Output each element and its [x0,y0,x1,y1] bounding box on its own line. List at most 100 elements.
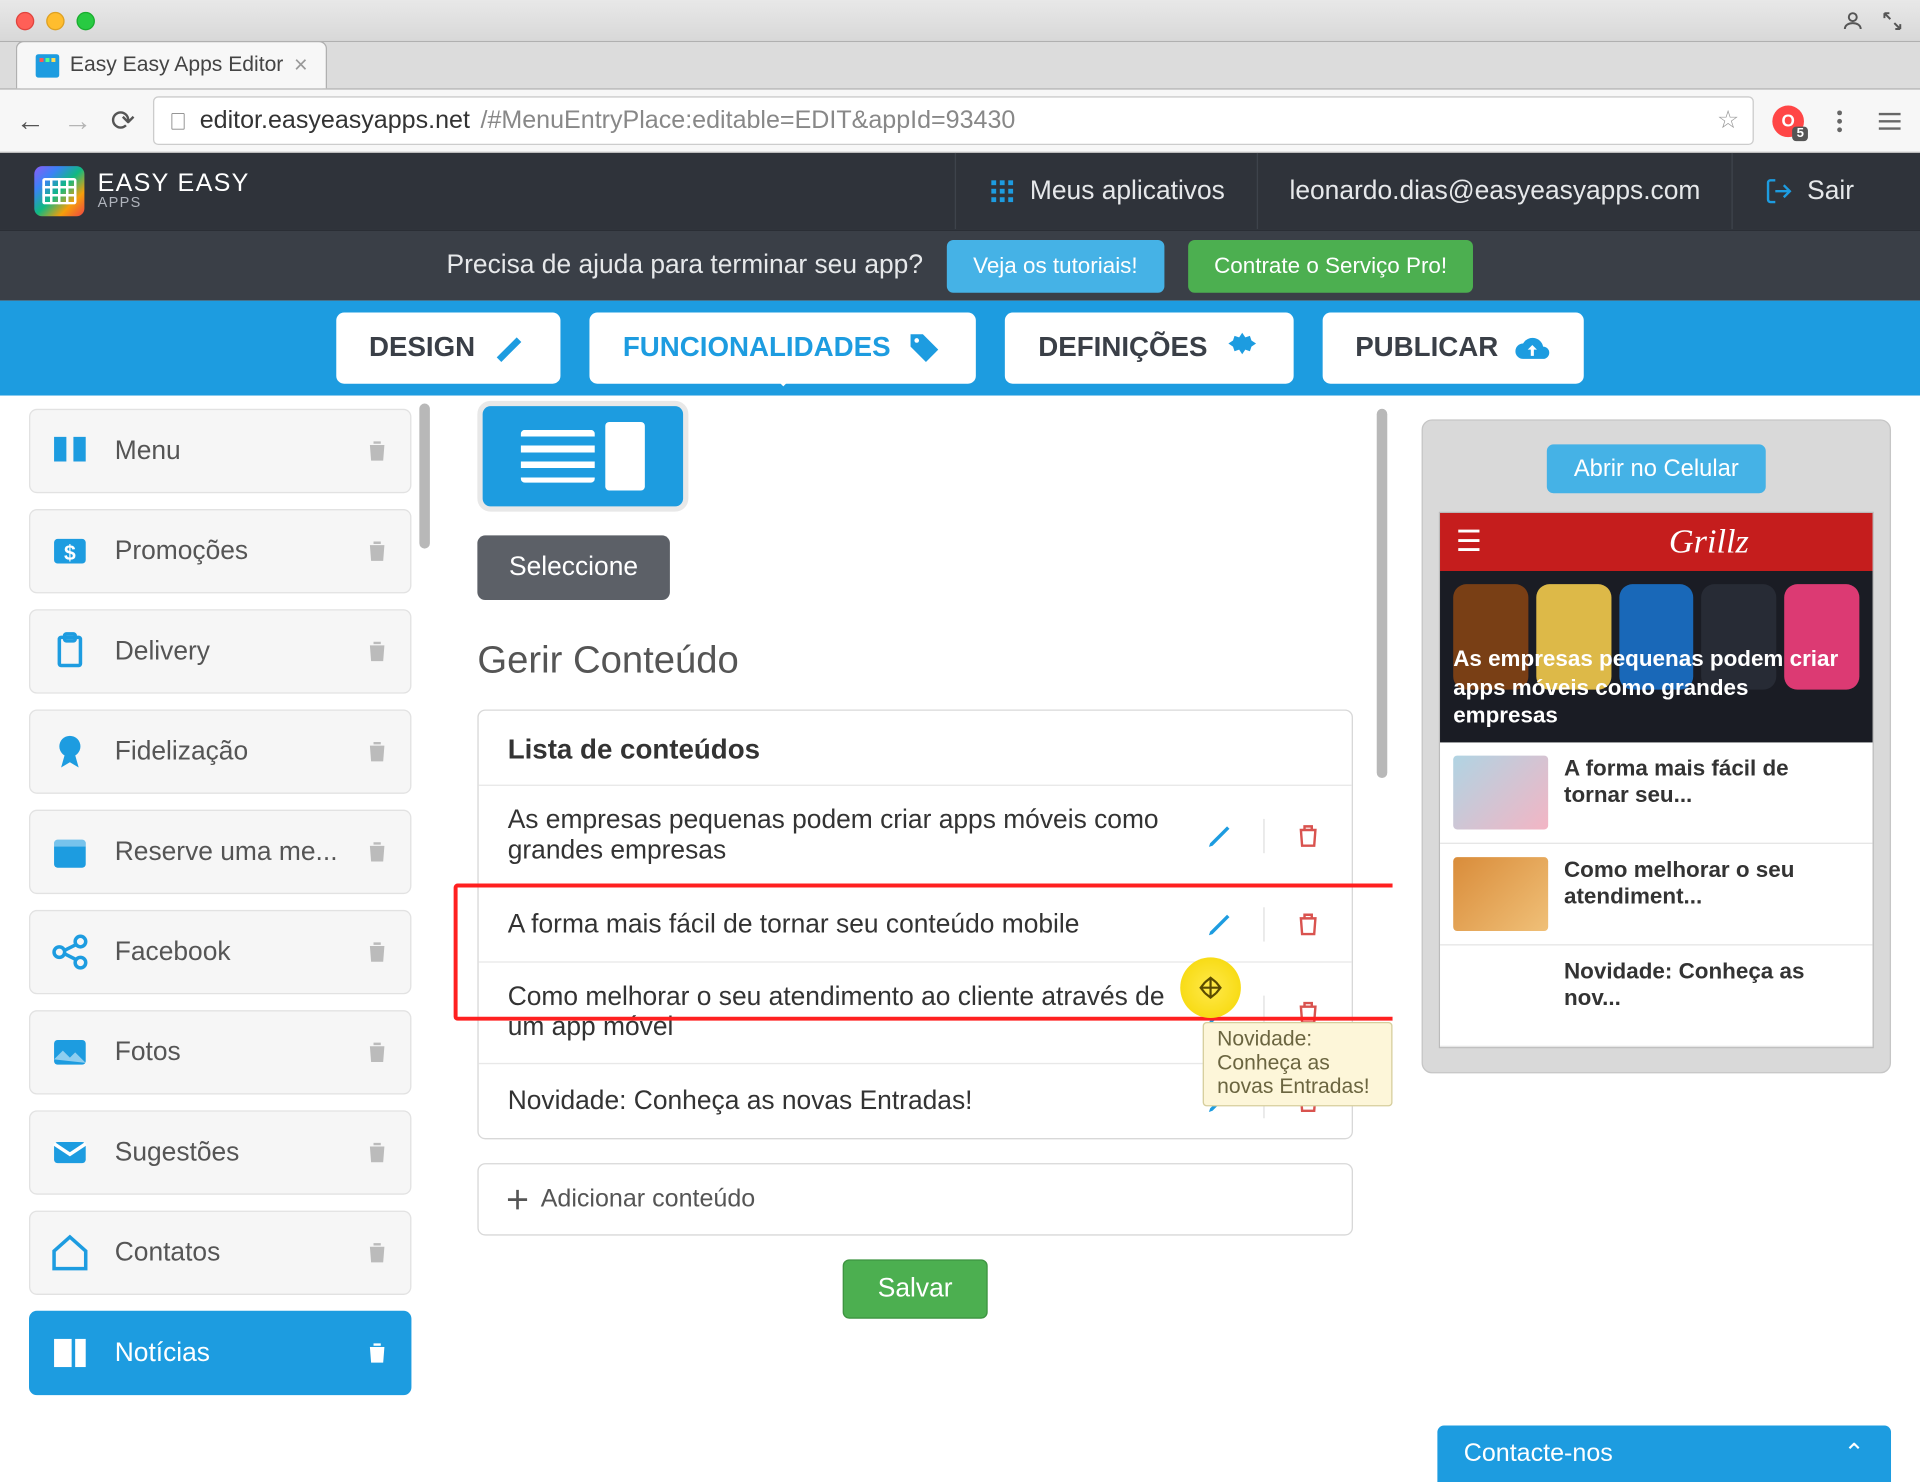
add-content-button[interactable]: ＋ Adicionar conteúdo [477,1163,1353,1236]
open-on-phone-button[interactable]: Abrir no Celular [1547,444,1765,493]
phone-frame: Abrir no Celular ☰ Grillz As empresas pe… [1422,419,1891,1073]
phone-brand: Grillz [1561,522,1857,562]
app-header: EASY EASY APPS Meus aplicativos leonardo… [0,153,1920,229]
sidebar-item-reserve[interactable]: Reserve uma me... [29,810,411,894]
trash-icon[interactable] [1294,822,1323,851]
sidebar-item-noticias[interactable]: Notícias [29,1311,411,1395]
tags-icon [906,330,943,367]
thumb-icon [1453,959,1548,1033]
user-email[interactable]: leonardo.dias@easyeasyapps.com [1256,153,1732,229]
cloud-upload-icon [1514,330,1551,367]
menu-book-icon [49,430,91,472]
phone-header: ☰ Grillz [1440,513,1873,571]
logo[interactable]: EASY EASY APPS [34,166,249,216]
sign-out-label: Sair [1807,176,1854,206]
nav-definicoes[interactable]: DEFINIÇÕES [1005,313,1293,384]
extension-badge-icon[interactable]: O [1772,105,1804,137]
url-path: /#MenuEntryPlace:editable=EDIT&appId=934… [480,106,1015,135]
trash-icon[interactable] [363,938,392,967]
forward-icon[interactable]: → [63,104,92,138]
home-icon [49,1232,91,1274]
contact-us-bar[interactable]: Contacte-nos ⌃ [1437,1426,1891,1482]
sidebar: Menu $ Promoções Delivery Fidelização Re… [0,396,438,1482]
logo-text: EASY EASY [98,171,250,196]
center-scrollbar[interactable] [1377,404,1390,1475]
mac-titlebar [0,0,1920,42]
trash-icon[interactable] [363,1338,392,1367]
clipboard-icon [49,630,91,672]
reload-icon[interactable]: ⟳ [111,104,135,138]
close-window-icon[interactable] [16,11,34,29]
save-button[interactable]: Salvar [842,1259,988,1318]
chevron-up-icon: ⌃ [1844,1439,1865,1469]
calendar-icon [49,831,91,873]
phone-hero[interactable]: As empresas pequenas podem criar apps mó… [1440,571,1873,742]
svg-text:$: $ [64,542,76,565]
browser-tab[interactable]: Easy Easy Apps Editor × [16,41,328,88]
logo-mark-icon [34,166,84,216]
sidebar-item-fidelizacao[interactable]: Fidelização [29,709,411,793]
trash-icon[interactable] [363,1138,392,1167]
dollar-icon: $ [49,530,91,572]
sidebar-scrollbar[interactable] [419,404,432,1475]
sidebar-item-fotos[interactable]: Fotos [29,1010,411,1094]
browser-urlbar: ← → ⟳ editor.easyeasyapps.net /#MenuEntry… [0,90,1920,153]
url-field[interactable]: editor.easyeasyapps.net /#MenuEntryPlace:… [154,96,1754,145]
trash-icon[interactable] [363,837,392,866]
nav-publicar[interactable]: PUBLICAR [1322,313,1584,384]
page-icon [168,110,189,131]
minimize-window-icon[interactable] [46,11,64,29]
sidebar-item-delivery[interactable]: Delivery [29,609,411,693]
badge-icon [49,731,91,773]
sidebar-item-menu[interactable]: Menu [29,409,411,493]
browser-tabbar: Easy Easy Apps Editor × [0,42,1920,89]
sidebar-item-facebook[interactable]: Facebook [29,910,411,994]
sidebar-item-contatos[interactable]: Contatos [29,1211,411,1295]
user-icon[interactable] [1841,9,1865,33]
mail-icon [49,1131,91,1173]
select-button[interactable]: Seleccione [477,535,669,600]
section-title: Gerir Conteúdo [477,640,1353,684]
phone-news-item[interactable]: A forma mais fácil de tornar seu... [1440,742,1873,844]
drag-cursor-icon [1180,957,1241,1018]
hamburger-menu-icon[interactable] [1875,106,1904,135]
workspace: Menu $ Promoções Delivery Fidelização Re… [0,396,1920,1482]
expand-icon[interactable] [1880,9,1904,33]
tab-title: Easy Easy Apps Editor [70,53,283,77]
drag-tooltip: Novidade: Conheça as novas Entradas! [1203,1022,1393,1106]
trash-icon[interactable] [363,1038,392,1067]
pro-service-button[interactable]: Contrate o Serviço Pro! [1188,239,1474,292]
url-host: editor.easyeasyapps.net [200,106,470,135]
hamburger-icon[interactable]: ☰ [1456,525,1482,559]
kebab-menu-icon[interactable] [1825,106,1854,135]
maximize-window-icon[interactable] [76,11,94,29]
back-icon[interactable]: ← [16,104,45,138]
content-list-heading: Lista de conteúdos [479,735,1352,785]
tutorials-button[interactable]: Veja os tutoriais! [947,239,1164,292]
phone-news-item[interactable]: Como melhorar o seu atendiment... [1440,844,1873,946]
trash-icon[interactable] [363,737,392,766]
nav-funcionalidades[interactable]: FUNCIONALIDADES [590,313,976,384]
pencil-icon[interactable] [1205,822,1234,851]
phone-news-item[interactable]: Novidade: Conheça as nov... [1440,946,1873,1048]
sign-out-link[interactable]: Sair [1732,153,1886,229]
my-apps-link[interactable]: Meus aplicativos [955,153,1257,229]
help-prompt: Precisa de ajuda para terminar seu app? [447,251,923,281]
trash-icon[interactable] [363,436,392,465]
gear-icon [1223,330,1260,367]
content-main: Seleccione Gerir Conteúdo Lista de conte… [438,396,1393,1482]
trash-icon[interactable] [363,1238,392,1267]
content-row[interactable]: As empresas pequenas podem criar apps mó… [479,785,1352,887]
annotation-highlight [454,884,1393,1021]
bookmark-star-icon[interactable]: ☆ [1717,105,1739,135]
grid-icon [988,177,1017,206]
trash-icon[interactable] [363,537,392,566]
sidebar-item-promocoes[interactable]: $ Promoções [29,509,411,593]
share-icon [49,931,91,973]
main-nav: DESIGN FUNCIONALIDADES DEFINIÇÕES PUBLIC… [0,301,1920,396]
close-tab-icon[interactable]: × [294,51,308,79]
nav-design[interactable]: DESIGN [336,313,561,384]
trash-icon[interactable] [363,637,392,666]
feature-icon-tile [477,401,688,512]
sidebar-item-sugestoes[interactable]: Sugestões [29,1110,411,1194]
